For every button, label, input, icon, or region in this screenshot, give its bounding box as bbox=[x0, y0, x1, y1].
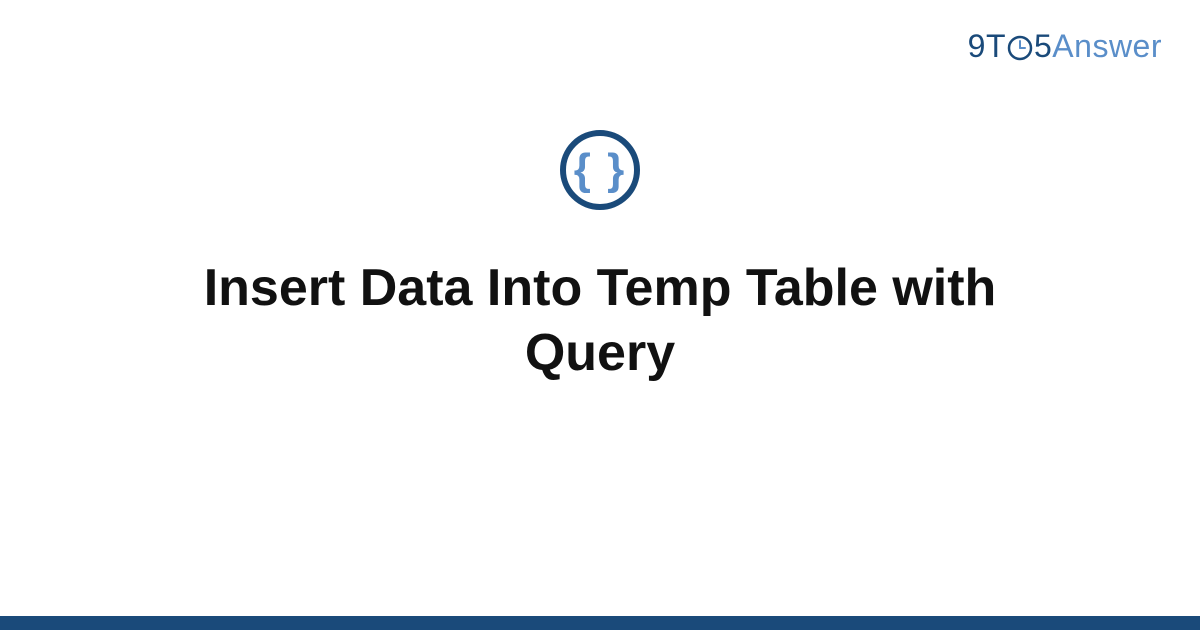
logo-t: T bbox=[986, 28, 1006, 65]
braces-symbol: { } bbox=[574, 148, 626, 192]
logo-answer: Answer bbox=[1052, 28, 1162, 65]
logo-clock-icon bbox=[1007, 35, 1033, 61]
footer-accent-bar bbox=[0, 616, 1200, 630]
main-content: { } Insert Data Into Temp Table with Que… bbox=[0, 130, 1200, 386]
logo-nine: 9 bbox=[968, 28, 986, 65]
category-braces-icon: { } bbox=[560, 130, 640, 210]
logo-five: 5 bbox=[1034, 28, 1052, 65]
page-title: Insert Data Into Temp Table with Query bbox=[100, 256, 1100, 386]
brand-logo: 9 T 5 Answer bbox=[968, 28, 1162, 65]
